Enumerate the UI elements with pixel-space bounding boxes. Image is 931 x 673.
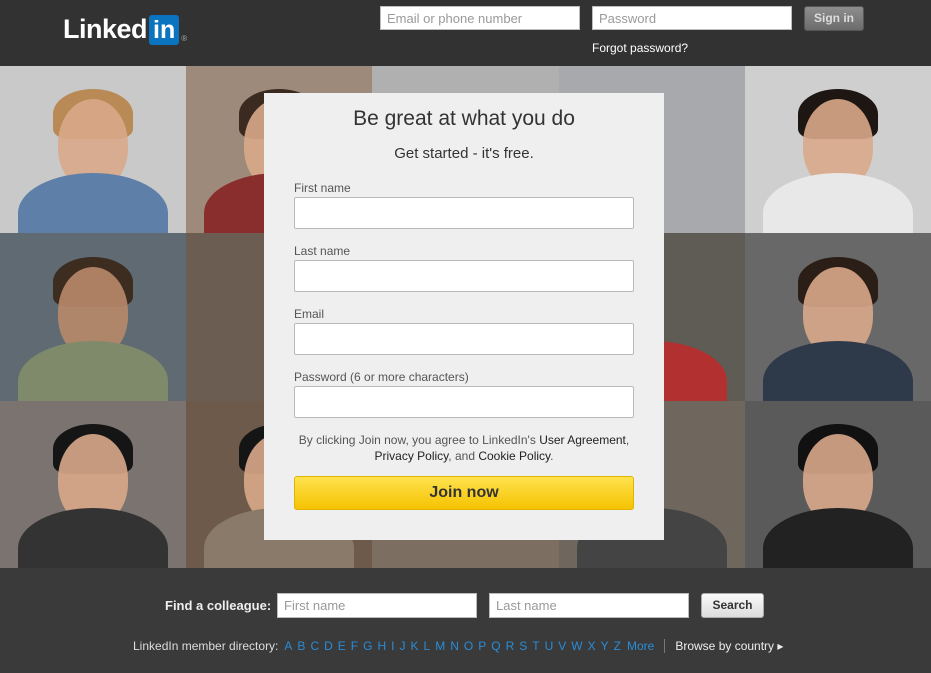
directory-letter-p[interactable]: P [478, 639, 486, 653]
directory-letter-j[interactable]: J [400, 639, 406, 653]
directory-label: LinkedIn member directory: [133, 639, 279, 653]
directory-letter-s[interactable]: S [519, 639, 527, 653]
directory-letter-q[interactable]: Q [491, 639, 500, 653]
directory-letter-d[interactable]: D [324, 639, 333, 653]
sign-in-button[interactable]: Sign in [804, 6, 864, 31]
directory-letter-l[interactable]: L [424, 639, 431, 653]
cookie-policy-link[interactable]: Cookie Policy [478, 449, 550, 463]
signup-subtitle: Get started - it's free. [394, 145, 534, 162]
last-name-label: Last name [294, 244, 351, 258]
directory-letter-e[interactable]: E [338, 639, 346, 653]
directory-letter-f[interactable]: F [351, 639, 358, 653]
terms-text: By clicking Join now, you agree to Linke… [264, 432, 664, 464]
directory-letter-r[interactable]: R [506, 639, 515, 653]
terms-and: , and [448, 449, 479, 463]
directory-letter-a[interactable]: A [284, 639, 292, 653]
logo-in-box: in [149, 14, 180, 45]
directory-letter-v[interactable]: V [558, 639, 566, 653]
linkedin-logo[interactable]: Linked in ® [63, 14, 187, 45]
top-header: Linked in ® Sign in Forgot password? [0, 0, 931, 66]
photo-tile [0, 66, 187, 234]
registered-mark: ® [181, 34, 188, 43]
signup-title: Be great at what you do [353, 107, 575, 130]
photo-tile [744, 400, 931, 568]
password-label: Password (6 or more characters) [294, 370, 469, 384]
terms-comma: , [625, 433, 630, 447]
find-colleague-label: Find a colleague: [165, 598, 272, 613]
email-label: Email [294, 307, 325, 321]
directory-letters: ABCDEFGHIJKLMNOPQRSTUVWXYZ [284, 639, 626, 653]
forgot-password-link[interactable]: Forgot password? [592, 41, 688, 55]
footer-divider [664, 639, 666, 653]
terms-prefix: By clicking Join now, you agree to Linke… [298, 433, 540, 447]
directory-letter-u[interactable]: U [545, 639, 554, 653]
directory-letter-y[interactable]: Y [601, 639, 609, 653]
colleague-search-button[interactable]: Search [701, 593, 764, 618]
directory-letter-h[interactable]: H [377, 639, 386, 653]
photo-tile [0, 400, 187, 568]
directory-letter-x[interactable]: X [588, 639, 596, 653]
photo-tile [0, 233, 187, 401]
privacy-policy-link[interactable]: Privacy Policy [375, 449, 449, 463]
directory-more-link[interactable]: More [627, 639, 654, 653]
directory-letter-m[interactable]: M [435, 639, 445, 653]
member-directory: LinkedIn member directory: ABCDEFGHIJKLM… [133, 639, 783, 653]
first-name-label: First name [294, 181, 351, 195]
directory-letter-i[interactable]: I [391, 639, 394, 653]
logo-wordmark: Linked [63, 14, 148, 44]
last-name-field[interactable] [294, 260, 634, 292]
colleague-first-name-input[interactable] [277, 593, 477, 618]
directory-letter-z[interactable]: Z [614, 639, 621, 653]
join-now-button[interactable]: Join now [294, 476, 634, 510]
directory-letter-c[interactable]: C [310, 639, 319, 653]
photo-tile [744, 233, 931, 401]
directory-letter-o[interactable]: O [464, 639, 473, 653]
directory-letter-w[interactable]: W [571, 639, 582, 653]
signin-email-input[interactable] [380, 6, 580, 30]
first-name-field[interactable] [294, 197, 634, 229]
directory-letter-t[interactable]: T [532, 639, 539, 653]
photo-tile [744, 66, 931, 234]
browse-by-country-link[interactable]: Browse by country ▸ [675, 639, 783, 653]
directory-letter-b[interactable]: B [297, 639, 305, 653]
directory-letter-g[interactable]: G [363, 639, 372, 653]
signin-password-input[interactable] [592, 6, 792, 30]
directory-letter-k[interactable]: K [411, 639, 419, 653]
footer: Find a colleague: Search LinkedIn member… [0, 568, 931, 673]
signup-card: Be great at what you do Get started - it… [264, 93, 664, 540]
colleague-last-name-input[interactable] [489, 593, 689, 618]
user-agreement-link[interactable]: User Agreement [539, 433, 626, 447]
directory-letter-n[interactable]: N [450, 639, 459, 653]
email-field[interactable] [294, 323, 634, 355]
terms-period: . [550, 449, 554, 463]
password-field[interactable] [294, 386, 634, 418]
